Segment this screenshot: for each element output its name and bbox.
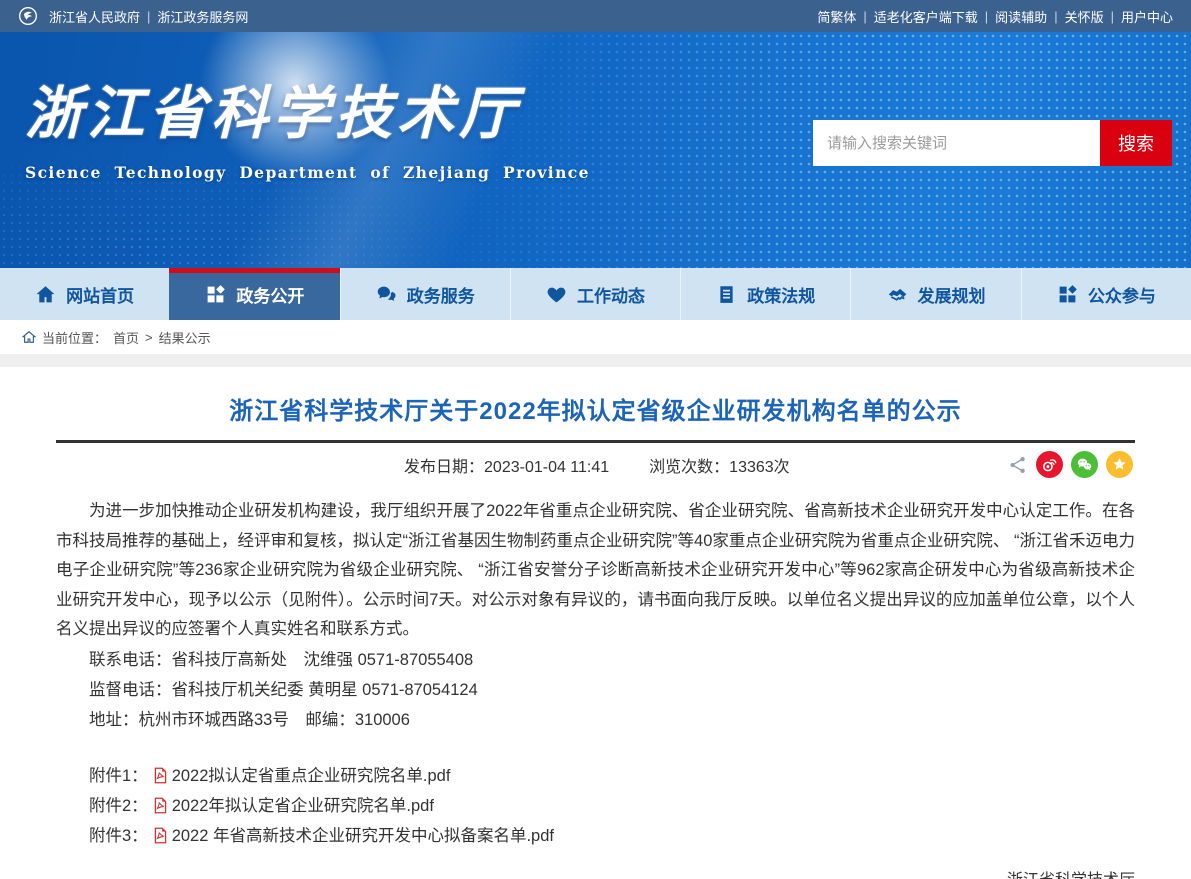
nav-item-label: 政策法规 [747, 282, 815, 307]
nav-item-policies-regulations[interactable]: 政策法规 [680, 268, 850, 320]
nav-item-label: 政务服务 [407, 282, 475, 307]
site-name-english: Science Technology Department of Zhejian… [25, 163, 590, 182]
link-user-center[interactable]: 用户中心 [1121, 7, 1173, 26]
view-count: 浏览次数：13363次 [649, 453, 790, 477]
top-utility-bar: 浙江省人民政府 | 浙江政务服务网 简繁体 | 适老化客户端下载 | 阅读辅助 … [0, 0, 1191, 32]
nav-item-development-plans[interactable]: 发展规划 [850, 268, 1020, 320]
topbar-separator: | [1111, 9, 1114, 24]
chat-bubbles-icon [376, 284, 397, 305]
nav-item-public-participation[interactable]: 公众参与 [1021, 268, 1191, 320]
topbar-separator: | [147, 9, 150, 24]
nav-item-label: 网站首页 [66, 282, 134, 307]
attachment-link[interactable]: 2022 年省高新技术企业研究开发中心拟备案名单.pdf [172, 821, 554, 851]
breadcrumb: 当前位置： 首页 > 结果公示 [0, 320, 1191, 354]
home-icon [35, 284, 56, 305]
attachment-label: 附件2： [89, 791, 148, 821]
nav-item-label: 政务公开 [236, 282, 304, 307]
breadcrumb-current[interactable]: 结果公示 [159, 328, 211, 347]
topbar-separator: | [985, 9, 988, 24]
site-banner: 浙江省科学技术厅 Science Technology Department o… [0, 32, 1191, 268]
handshake-icon [887, 284, 908, 305]
topbar-left: 浙江省人民政府 | 浙江政务服务网 [18, 6, 248, 26]
attachment-row: 附件2： 2022年拟认定省企业研究院名单.pdf [56, 791, 1135, 821]
view-count-value: 13363次 [729, 459, 790, 476]
search-button[interactable]: 搜索 [1100, 120, 1172, 166]
nav-item-label: 工作动态 [577, 282, 645, 307]
pdf-file-icon [152, 797, 169, 814]
site-name-chinese: 浙江省科学技术厅 [25, 80, 590, 148]
grid-icon [1057, 284, 1078, 305]
qzone-share-icon[interactable] [1106, 451, 1133, 478]
nav-item-label: 发展规划 [918, 282, 986, 307]
breadcrumb-home-icon [22, 330, 36, 344]
breadcrumb-label: 当前位置： [42, 328, 107, 347]
section-divider-strip [0, 354, 1191, 367]
share-icon[interactable] [1008, 455, 1028, 475]
contact-info: 联系电话：省科技厅高新处 沈维强 0571-87055408 监督电话：省科技厅… [56, 645, 1135, 735]
grid-icon [205, 284, 226, 305]
site-logo: 浙江省科学技术厅 Science Technology Department o… [25, 80, 590, 182]
topbar-separator: | [863, 9, 866, 24]
attachment-row: 附件3： 2022 年省高新技术企业研究开发中心拟备案名单.pdf [56, 821, 1135, 851]
article-title: 浙江省科学技术厅关于2022年拟认定省级企业研发机构名单的公示 [56, 391, 1135, 426]
main-navigation: 网站首页 政务公开 政务服务 工作动态 政策法规 发展规划 公众参与 [0, 268, 1191, 320]
pdf-file-icon [152, 767, 169, 784]
share-buttons [1008, 451, 1133, 478]
nav-item-home[interactable]: 网站首页 [0, 268, 169, 320]
government-emblem-icon [18, 6, 38, 26]
topbar-right: 简繁体 | 适老化客户端下载 | 阅读辅助 | 关怀版 | 用户中心 [817, 7, 1173, 26]
supervision-phone: 监督电话：省科技厅机关纪委 黄明星 0571-87054124 [56, 675, 1135, 705]
link-care-version[interactable]: 关怀版 [1065, 7, 1104, 26]
site-search: 搜索 [813, 120, 1172, 166]
view-count-label: 浏览次数： [649, 459, 729, 476]
topbar-separator: | [1054, 9, 1057, 24]
publish-date: 发布日期：2023-01-04 11:41 [404, 453, 609, 477]
article-content: 浙江省科学技术厅关于2022年拟认定省级企业研发机构名单的公示 发布日期：202… [0, 391, 1191, 879]
pdf-file-icon [152, 827, 169, 844]
search-input[interactable] [813, 120, 1100, 166]
nav-item-gov-services[interactable]: 政务服务 [340, 268, 510, 320]
attachment-label: 附件1： [89, 761, 148, 791]
attachments: 附件1： 2022拟认定省重点企业研究院名单.pdf 附件2： 2022年拟认定… [56, 761, 1135, 851]
article-meta: 发布日期：2023-01-04 11:41 浏览次数：13363次 [56, 443, 1135, 487]
article-paragraph: 为进一步加快推动企业研发机构建设，我厅组织开展了2022年省重点企业研究院、省企… [56, 497, 1135, 645]
heart-icon [546, 284, 567, 305]
publish-date-value: 2023-01-04 11:41 [484, 459, 609, 476]
nav-item-gov-info-disclosure[interactable]: 政务公开 [169, 268, 339, 320]
attachment-link[interactable]: 2022拟认定省重点企业研究院名单.pdf [172, 761, 451, 791]
breadcrumb-separator: > [145, 330, 153, 345]
attachment-label: 附件3： [89, 821, 148, 851]
document-icon [716, 284, 737, 305]
breadcrumb-home-link[interactable]: 首页 [113, 328, 139, 347]
nav-item-label: 公众参与 [1088, 282, 1156, 307]
attachment-link[interactable]: 2022年拟认定省企业研究院名单.pdf [172, 791, 434, 821]
wechat-share-icon[interactable] [1071, 451, 1098, 478]
signature-department: 浙江省科学技术厅 [56, 865, 1135, 879]
publish-date-label: 发布日期： [404, 459, 484, 476]
link-simplified-traditional[interactable]: 简繁体 [817, 7, 856, 26]
signature-block: 浙江省科学技术厅 2022年12月31日 [56, 865, 1135, 879]
link-elderly-client-download[interactable]: 适老化客户端下载 [874, 7, 978, 26]
link-reading-assist[interactable]: 阅读辅助 [995, 7, 1047, 26]
link-provincial-government[interactable]: 浙江省人民政府 [49, 7, 140, 26]
link-gov-service-site[interactable]: 浙江政务服务网 [157, 7, 248, 26]
weibo-share-icon[interactable] [1036, 451, 1063, 478]
address-line: 地址：杭州市环城西路33号 邮编：310006 [56, 705, 1135, 735]
nav-item-work-updates[interactable]: 工作动态 [510, 268, 680, 320]
attachment-row: 附件1： 2022拟认定省重点企业研究院名单.pdf [56, 761, 1135, 791]
contact-phone: 联系电话：省科技厅高新处 沈维强 0571-87055408 [56, 645, 1135, 675]
